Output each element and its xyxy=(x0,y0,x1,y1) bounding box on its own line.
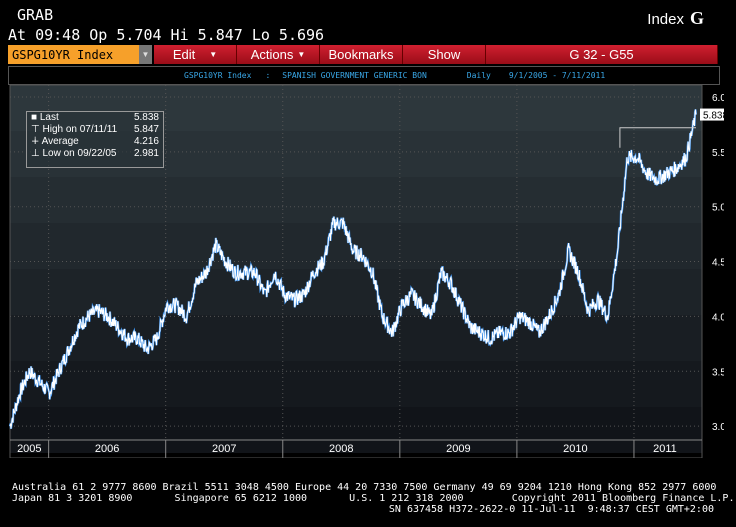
actions-label: Actions xyxy=(250,47,294,62)
function-key: G xyxy=(689,8,704,28)
legend-last: ■ Last 5.838 xyxy=(27,112,163,124)
legend-average: ∔ Average 4.216 xyxy=(27,136,163,148)
footer-line-1: Australia 61 2 9777 8600 Brazil 5511 304… xyxy=(12,482,717,493)
x-tick-label: 2006 xyxy=(95,443,119,455)
x-tick-label: 2007 xyxy=(212,443,236,455)
y-tick-label: 3.500 xyxy=(712,367,724,378)
ticker-input[interactable]: GSPG10YR Index xyxy=(8,45,139,64)
y-tick-label: 4.500 xyxy=(712,258,724,269)
market-label: Index xyxy=(647,11,684,28)
market-sector: Index G xyxy=(647,8,704,29)
average-marker-icon: ∔ xyxy=(31,136,40,147)
last-value-label: 5.838 xyxy=(703,111,724,122)
chart-subtitle: GSPG10YR Index : SPANISH GOVERNMENT GENE… xyxy=(8,66,720,85)
edit-label: Edit xyxy=(172,47,196,62)
low-marker-icon: ⊥ xyxy=(31,148,40,159)
y-tick-label: 5.500 xyxy=(712,148,724,159)
legend-label: Low on 09/22/05 xyxy=(42,148,117,159)
legend-value: 5.847 xyxy=(133,124,159,135)
show-button[interactable]: Show xyxy=(403,45,486,64)
quote-line: At 09:48 Op 5.704 Hi 5.847 Lo 5.696 xyxy=(8,26,325,44)
x-tick-label: 2008 xyxy=(329,443,353,455)
legend-value: 2.981 xyxy=(133,148,159,159)
legend-value: 4.216 xyxy=(133,136,159,147)
square-icon: ■ xyxy=(31,112,38,123)
high-marker-icon: ⊤ xyxy=(31,124,40,135)
y-tick-label: 3.000 xyxy=(712,422,724,433)
bookmarks-button[interactable]: Bookmarks xyxy=(320,45,403,64)
edit-menu[interactable]: Edit ▼ xyxy=(154,45,237,64)
legend-label: High on 07/11/11 xyxy=(42,124,118,135)
background-band xyxy=(10,177,702,223)
actions-menu[interactable]: Actions ▼ xyxy=(237,45,320,64)
sub-ticker: GSPG10YR Index xyxy=(184,71,252,80)
legend-high: ⊤ High on 07/11/11 5.847 xyxy=(27,124,163,136)
legend: ■ Last 5.838 ⊤ High on 07/11/11 5.847 ∔ Av… xyxy=(26,111,164,168)
screen-title: GRAB xyxy=(17,6,54,24)
sub-sep: : xyxy=(265,71,271,80)
background-band xyxy=(10,361,702,407)
footer-line-2: Japan 81 3 3201 8900 Singapore 65 6212 1… xyxy=(12,493,735,504)
y-tick-label: 5.000 xyxy=(712,203,724,214)
x-tick-label: 2009 xyxy=(446,443,470,455)
legend-label: Average xyxy=(41,136,79,147)
x-tick-label: 2005 xyxy=(17,443,41,455)
x-tick-label: 2011 xyxy=(653,443,677,455)
y-tick-label: 6.000 xyxy=(712,93,724,104)
toolbar: GSPG10YR Index ▼ Edit ▼ Actions ▼ Bookmark… xyxy=(8,45,718,64)
chevron-down-icon: ▼ xyxy=(209,50,218,59)
page-indicator: G 32 - G55 xyxy=(486,45,718,64)
ticker-dropdown-icon[interactable]: ▼ xyxy=(139,45,152,64)
sub-name: SPANISH GOVERNMENT GENERIC BON xyxy=(282,71,427,80)
x-tick-label: 2010 xyxy=(563,443,587,455)
legend-label: Last xyxy=(39,112,59,123)
y-tick-label: 4.000 xyxy=(712,312,724,323)
sub-range: 9/1/2005 - 7/11/2011 xyxy=(508,71,606,80)
footer-line-3: SN 637458 H372-2622-0 11-Jul-11 9:48:37 … xyxy=(388,504,714,515)
sub-freq: Daily xyxy=(466,71,491,80)
chevron-down-icon: ▼ xyxy=(297,50,306,59)
legend-value: 5.838 xyxy=(133,112,159,123)
legend-low: ⊥ Low on 09/22/05 2.981 xyxy=(27,148,163,160)
